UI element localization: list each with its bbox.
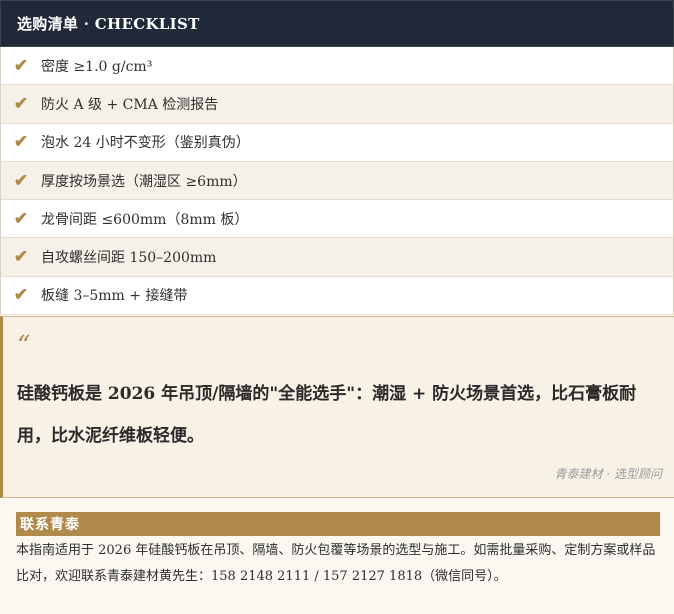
checkmark-icon: ✔ xyxy=(13,170,29,191)
checklist-page: 选购清单 · CHECKLIST ✔ 密度 ≥1.0 g/cm³ ✔ 防火 A … xyxy=(0,0,674,614)
checkmark-icon: ✔ xyxy=(13,55,29,76)
checkmark-icon: ✔ xyxy=(13,285,29,306)
checklist-item-text: 厚度按场景选（潮湿区 ≥6mm） xyxy=(41,173,247,190)
checkmark-icon: ✔ xyxy=(13,132,29,153)
checklist-item: ✔ 板缝 3–5mm + 接缝带 xyxy=(0,276,674,316)
checklist-title: 选购清单 · CHECKLIST xyxy=(17,15,200,33)
quote-source: 青泰建材 · 选型顾问 xyxy=(554,467,662,481)
checklist-item-text: 防火 A 级 + CMA 检测报告 xyxy=(41,96,219,113)
checklist-header: 选购清单 · CHECKLIST xyxy=(0,0,674,47)
checklist-item: ✔ 厚度按场景选（潮湿区 ≥6mm） xyxy=(0,161,674,201)
checklist-item: ✔ 自攻螺丝间距 150–200mm xyxy=(0,238,674,277)
quote-mark-icon: “ xyxy=(17,331,31,361)
checklist-item: ✔ 防火 A 级 + CMA 检测报告 xyxy=(0,85,674,124)
pull-quote: “ 硅酸钙板是 2026 年吊顶/隔墙的"全能选手"：潮湿 + 防火场景首选，比… xyxy=(0,316,674,498)
checkmark-icon: ✔ xyxy=(13,247,29,268)
contact-section: 联系青泰 本指南适用于 2026 年硅酸钙板在吊顶、隔墙、防火包覆等场景的选型与… xyxy=(0,498,674,614)
checklist-item-text: 密度 ≥1.0 g/cm³ xyxy=(41,58,153,75)
checkmark-icon: ✔ xyxy=(13,208,29,229)
checklist-item: ✔ 密度 ≥1.0 g/cm³ xyxy=(0,47,674,86)
checklist-item-text: 自攻螺丝间距 150–200mm xyxy=(41,250,217,267)
contact-title: 联系青泰 xyxy=(16,512,660,536)
quote-text: 硅酸钙板是 2026 年吊顶/隔墙的"全能选手"：潮湿 + 防火场景首选，比石膏… xyxy=(17,384,637,446)
checkmark-icon: ✔ xyxy=(13,93,29,114)
checklist-item: ✔ 泡水 24 小时不变形（鉴别真伪） xyxy=(0,123,674,162)
contact-text: 本指南适用于 2026 年硅酸钙板在吊顶、隔墙、防火包覆等场景的选型与施工。如需… xyxy=(16,543,656,584)
checklist-item-text: 龙骨间距 ≤600mm（8mm 板） xyxy=(41,211,249,228)
checklist: ✔ 密度 ≥1.0 g/cm³ ✔ 防火 A 级 + CMA 检测报告 ✔ 泡水… xyxy=(0,47,674,316)
checklist-item: ✔ 龙骨间距 ≤600mm（8mm 板） xyxy=(0,200,674,239)
checklist-item-text: 泡水 24 小时不变形（鉴别真伪） xyxy=(41,135,250,152)
checklist-item-text: 板缝 3–5mm + 接缝带 xyxy=(41,288,188,305)
